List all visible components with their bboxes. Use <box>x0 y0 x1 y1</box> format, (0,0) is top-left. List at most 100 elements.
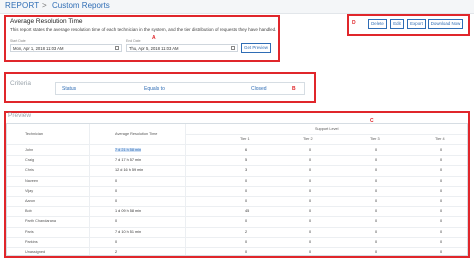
tier-3-cell: 0 <box>375 148 378 152</box>
tier-1-cell: 0 <box>245 188 248 193</box>
start-date-value: Mon, Apr 1, 2018 11:03 AM <box>13 46 64 51</box>
export-button[interactable]: Export <box>407 19 426 29</box>
tier-4-cell: 0 <box>440 148 443 152</box>
technician-cell: Craig <box>25 158 35 163</box>
tier-3-cell: 0 <box>375 199 378 203</box>
tier-1-cell: 45 <box>245 209 250 214</box>
avg-resolution-cell: 7 d 17 h 57 min <box>115 158 142 163</box>
technician-cell: Naveen <box>25 178 39 183</box>
preview-table: Technician Average Resolution Time Suppo… <box>6 123 468 256</box>
header-average-resolution-time: Average Resolution Time <box>115 132 158 136</box>
header-tier-4: Tier 4 <box>435 137 445 141</box>
tier-2-cell: 0 <box>309 148 312 152</box>
tier-2-cell: 0 <box>309 188 312 193</box>
edit-button[interactable]: Edit <box>390 19 404 29</box>
row-divider <box>7 216 467 218</box>
technician-cell: Bob <box>25 209 32 214</box>
tier-4-cell: 0 <box>440 239 443 244</box>
row-divider <box>7 175 467 177</box>
report-description: This report states the average resolutio… <box>10 27 277 32</box>
criteria-field: Status <box>62 86 77 92</box>
row-divider <box>7 185 467 187</box>
tier-3-cell: 0 <box>375 239 378 244</box>
tier-2-cell: 0 <box>309 209 312 214</box>
technician-cell: Vijay <box>25 188 34 193</box>
report-title: Average Resolution Time <box>10 18 83 25</box>
header-support-level: Support Level <box>315 127 339 131</box>
tier-2-cell: 0 <box>309 178 312 183</box>
tier-2-cell: 0 <box>309 229 312 234</box>
tier-1-cell: 2 <box>245 229 248 234</box>
tier-3-cell: 0 <box>375 178 378 183</box>
annotation-label-d: D <box>352 20 356 26</box>
start-date-field[interactable]: Mon, Apr 1, 2018 11:03 AM <box>10 44 122 52</box>
row-divider <box>7 236 467 238</box>
tier-1-cell: 3 <box>245 168 248 173</box>
avg-resolution-cell: 0 <box>115 178 118 183</box>
tier-4-cell: 0 <box>440 199 443 203</box>
criteria-value: Closed <box>251 86 267 92</box>
criteria-title: Criteria <box>10 80 31 87</box>
avg-resolution-cell: 0 <box>115 219 118 224</box>
tier-2-cell: 0 <box>309 250 312 254</box>
tier-1-cell: 0 <box>245 250 248 254</box>
technician-cell: Chris <box>25 168 34 173</box>
criteria-row[interactable]: Status Equals to Closed <box>55 82 305 95</box>
tier-1-cell: 5 <box>245 158 248 163</box>
tier-3-cell: 0 <box>375 188 378 193</box>
end-date-field[interactable]: Thu, Apr 5, 2018 11:03 AM <box>126 44 238 52</box>
technician-cell: Aaron <box>25 199 36 203</box>
tier-4-cell: 0 <box>440 229 443 234</box>
technician-cell: Parth Chandarana <box>25 219 57 224</box>
preview-title: Preview <box>8 112 32 119</box>
top-bar: REPORT > Custom Reports <box>0 0 474 14</box>
avg-resolution-cell: 7 d 21 h 58 min <box>115 148 142 152</box>
technician-cell: Paris <box>25 229 34 234</box>
tier-4-cell: 0 <box>440 209 443 214</box>
tier-1-cell: 0 <box>245 199 248 203</box>
tier-1-cell: 0 <box>245 219 248 224</box>
avg-resolution-cell: 0 <box>115 239 118 244</box>
tier-4-cell: 0 <box>440 219 443 224</box>
get-preview-button[interactable]: Get Preview <box>241 43 271 53</box>
breadcrumb-report-link[interactable]: REPORT <box>5 1 39 10</box>
tier-4-cell: 0 <box>440 250 443 254</box>
avg-resolution-cell: 12 d 16 h 59 min <box>115 168 144 173</box>
header-technician: Technician <box>25 132 43 136</box>
row-divider <box>7 155 467 157</box>
row-divider <box>7 206 467 208</box>
row-divider <box>7 196 467 197</box>
tier-3-cell: 0 <box>375 209 378 214</box>
header-tier-1: Tier 1 <box>240 137 250 141</box>
tier-4-cell: 0 <box>440 168 443 173</box>
row-divider <box>7 165 467 167</box>
tier-1-cell: 0 <box>245 178 248 183</box>
breadcrumb-page-title: Custom Reports <box>52 1 110 10</box>
tier-3-cell: 0 <box>375 219 378 224</box>
tier-2-cell: 0 <box>309 199 312 203</box>
avg-resolution-cell: 7 d 10 h 51 min <box>115 229 142 234</box>
download-now-button[interactable]: Download Now <box>428 19 463 29</box>
tier-3-cell: 0 <box>375 229 378 234</box>
calendar-icon[interactable] <box>231 46 235 50</box>
tier-4-cell: 0 <box>440 158 443 163</box>
avg-resolution-cell: 2 <box>115 250 118 254</box>
tier-2-cell: 0 <box>309 168 312 173</box>
technician-cell: John <box>25 148 34 152</box>
tier-4-cell: 0 <box>440 188 443 193</box>
end-date-value: Thu, Apr 5, 2018 11:03 AM <box>129 46 179 51</box>
tier-3-cell: 0 <box>375 158 378 163</box>
tier-2-cell: 0 <box>309 239 312 244</box>
tier-2-cell: 0 <box>309 158 312 163</box>
tier-1-cell: 6 <box>245 148 248 152</box>
header-tier-3: Tier 3 <box>370 137 380 141</box>
header-divider <box>185 134 467 135</box>
technician-cell: Parkins <box>25 239 38 244</box>
header-tier-2: Tier 2 <box>303 137 313 141</box>
calendar-icon[interactable] <box>115 46 119 50</box>
annotation-label-a: A <box>152 35 156 41</box>
end-date-label: End Date <box>126 39 141 43</box>
avg-resolution-cell: 0 <box>115 188 118 193</box>
tier-4-cell: 0 <box>440 178 443 183</box>
delete-button[interactable]: Delete <box>368 19 387 29</box>
